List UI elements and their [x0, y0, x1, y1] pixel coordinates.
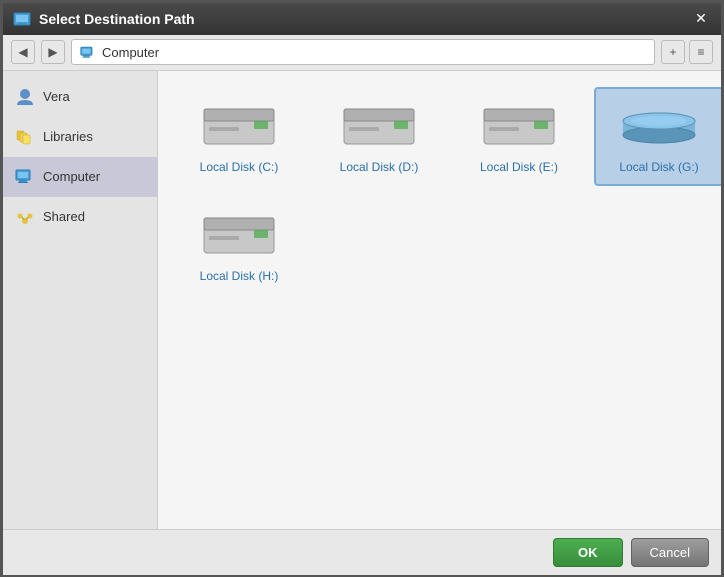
title-bar: Select Destination Path ✕: [3, 3, 721, 35]
breadcrumb-text: Computer: [102, 45, 159, 60]
content-area: Local Disk (C:) Local Disk (D:): [158, 71, 721, 529]
sidebar-item-vera[interactable]: Vera: [3, 77, 157, 117]
sidebar-label-shared: Shared: [43, 209, 85, 224]
sidebar-item-libraries[interactable]: Libraries: [3, 117, 157, 157]
disk-icon-c: [199, 99, 279, 154]
sidebar-item-computer[interactable]: Computer: [3, 157, 157, 197]
sidebar-item-shared[interactable]: Shared: [3, 197, 157, 237]
disk-icon-e: [479, 99, 559, 154]
sidebar: Vera Libraries Computer: [3, 71, 158, 529]
disk-item-g[interactable]: Local Disk (G:): [594, 87, 721, 186]
dialog-icon: [13, 10, 31, 28]
disk-label-g: Local Disk (G:): [619, 160, 698, 174]
disk-item-c[interactable]: Local Disk (C:): [174, 87, 304, 186]
disk-item-e[interactable]: Local Disk (E:): [454, 87, 584, 186]
disk-icon-d: [339, 99, 419, 154]
disk-label-d: Local Disk (D:): [340, 160, 419, 174]
view-toggle-button[interactable]: ≡: [689, 40, 713, 64]
dialog-title: Select Destination Path: [39, 11, 691, 27]
sidebar-label-vera: Vera: [43, 89, 70, 104]
disk-label-e: Local Disk (E:): [480, 160, 558, 174]
breadcrumb[interactable]: Computer: [71, 39, 655, 65]
computer-breadcrumb-icon: [80, 46, 96, 58]
disk-label-c: Local Disk (C:): [200, 160, 279, 174]
back-button[interactable]: ◀: [11, 40, 35, 64]
forward-button[interactable]: ▶: [41, 40, 65, 64]
disk-icon-g: [619, 99, 699, 154]
shared-icon: [15, 207, 35, 227]
disk-label-h: Local Disk (H:): [200, 269, 279, 283]
disk-item-h[interactable]: Local Disk (H:): [174, 196, 304, 295]
main-area: Vera Libraries Computer: [3, 71, 721, 529]
toolbar-right: + ≡: [661, 40, 713, 64]
disk-grid: Local Disk (C:) Local Disk (D:): [174, 87, 705, 295]
user-icon: [15, 87, 35, 107]
computer-icon: [15, 167, 35, 187]
footer: OK Cancel: [3, 529, 721, 575]
sidebar-label-libraries: Libraries: [43, 129, 93, 144]
ok-button[interactable]: OK: [553, 538, 623, 567]
toolbar: ◀ ▶ Computer + ≡: [3, 35, 721, 71]
libraries-icon: [15, 127, 35, 147]
cancel-button[interactable]: Cancel: [631, 538, 709, 567]
add-folder-button[interactable]: +: [661, 40, 685, 64]
disk-icon-h: [199, 208, 279, 263]
close-button[interactable]: ✕: [691, 9, 711, 29]
disk-item-d[interactable]: Local Disk (D:): [314, 87, 444, 186]
dialog: Select Destination Path ✕ ◀ ▶ Computer +…: [2, 2, 722, 576]
sidebar-label-computer: Computer: [43, 169, 100, 184]
